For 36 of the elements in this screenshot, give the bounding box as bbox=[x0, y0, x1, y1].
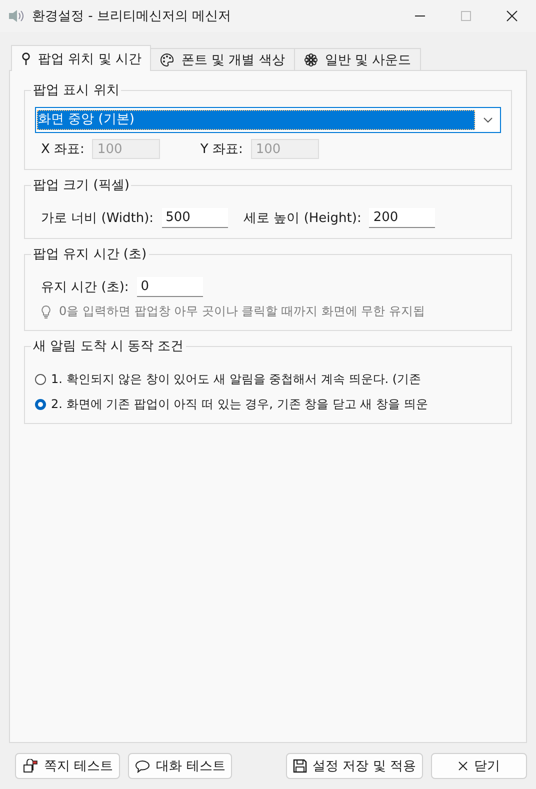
radio-button[interactable] bbox=[35, 374, 46, 385]
flower-icon bbox=[304, 52, 318, 66]
input-field[interactable]: 500 bbox=[162, 208, 228, 228]
floppy-disk-icon bbox=[292, 759, 307, 773]
save-button[interactable]: 설정 저장 및 적용 bbox=[286, 753, 423, 779]
close-icon[interactable] bbox=[506, 10, 518, 22]
field-label: 세로 높이 (Height): bbox=[244, 210, 362, 227]
speech-bubble-icon bbox=[135, 760, 150, 772]
field-label: X 좌표: bbox=[41, 141, 84, 158]
test-button[interactable]: 대화 테스트 bbox=[128, 753, 232, 779]
radio-label[interactable]: 1. 확인되지 않은 창이 있어도 새 알림을 중첩해서 계속 띄운다. (기존 bbox=[51, 371, 422, 388]
speaker-icon bbox=[8, 9, 24, 23]
tab[interactable]: 일반 및 사운드 bbox=[294, 48, 422, 70]
palette-icon bbox=[160, 52, 174, 66]
lightbulb-icon bbox=[41, 304, 51, 318]
mailbox-icon bbox=[22, 758, 38, 774]
chevron-down-icon bbox=[483, 117, 493, 123]
tab[interactable]: 팝업 위치 및 시간 bbox=[11, 45, 152, 71]
input-field[interactable]: 200 bbox=[369, 208, 436, 228]
window-title: 환경설정 - 브리티메신저의 메신저 bbox=[32, 8, 232, 25]
group-title: 새 알림 도착 시 동작 조건 bbox=[32, 338, 185, 355]
pin-icon bbox=[21, 52, 31, 66]
field-label: Y 좌표: bbox=[200, 141, 243, 158]
radio-button[interactable] bbox=[35, 399, 46, 410]
input-field[interactable]: 0 bbox=[136, 277, 203, 297]
group-title: 팝업 크기 (픽셀) bbox=[32, 177, 130, 194]
close-icon bbox=[458, 761, 468, 771]
field-label: 유지 시간 (초): bbox=[41, 279, 129, 296]
group-title: 팝업 표시 위치 bbox=[32, 82, 120, 99]
radio-label[interactable]: 2. 화면에 기존 팝업이 아직 떠 있는 경우, 기존 창을 닫고 새 창을 띄운 bbox=[51, 396, 428, 413]
field-label: 가로 너비 (Width): bbox=[41, 210, 154, 227]
hint-text: 0을 입력하면 팝업창 아무 곳이나 클릭할 때까지 화면에 무한 유지됩 bbox=[59, 303, 425, 320]
position-dropdown[interactable]: 화면 중앙 (기본) bbox=[35, 107, 501, 133]
test-button[interactable]: 쪽지 테스트 bbox=[15, 753, 120, 779]
close-button[interactable]: 닫기 bbox=[431, 753, 527, 779]
group-title: 팝업 유지 시간 (초) bbox=[32, 246, 148, 263]
